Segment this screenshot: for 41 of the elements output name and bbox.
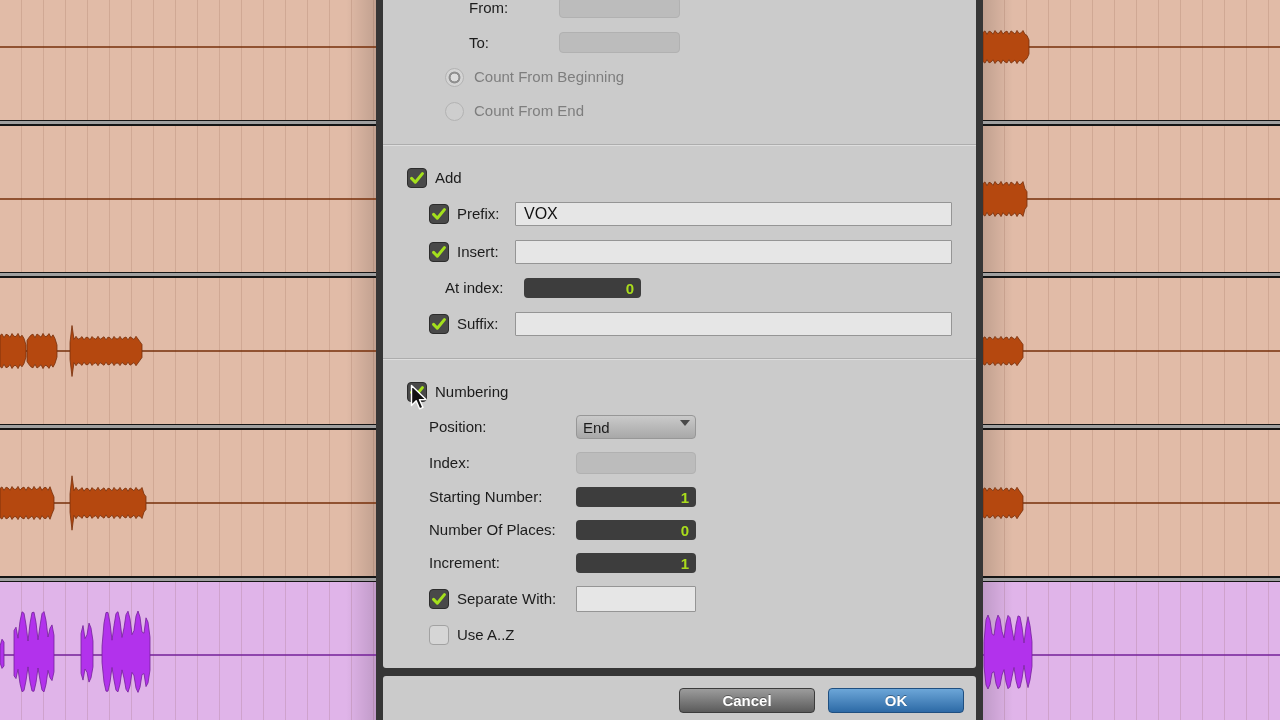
checkbox-label: Insert: (457, 243, 500, 261)
checkbox-label: Add (435, 169, 462, 187)
number-field[interactable]: 1 (576, 553, 696, 573)
checkbox[interactable] (429, 625, 449, 645)
radio-label: Count From Beginning (474, 68, 625, 86)
field-label: From: (469, 0, 510, 17)
cancel-button[interactable]: Cancel (679, 688, 815, 713)
dropdown[interactable]: End (576, 415, 696, 439)
cursor-icon (410, 384, 428, 411)
ok-button[interactable]: OK (828, 688, 964, 713)
checkmark-icon (432, 593, 446, 605)
field-label: At index: (445, 279, 505, 297)
checkbox-label: Separate With: (457, 590, 558, 608)
caret-icon (680, 420, 690, 426)
checkbox[interactable] (407, 168, 427, 188)
checkbox[interactable] (429, 204, 449, 224)
text-field[interactable]: VOX (515, 202, 952, 226)
checkbox[interactable] (429, 314, 449, 334)
field-label: Position: (429, 418, 488, 436)
field-label: Starting Number: (429, 488, 544, 506)
field-label: Number Of Places: (429, 521, 557, 539)
checkbox-label: Suffix: (457, 315, 500, 333)
checkbox-label: Use A..Z (457, 626, 515, 644)
number-field[interactable]: 0 (576, 520, 696, 540)
field-label: Index: (429, 454, 471, 472)
number-field[interactable]: 0 (524, 278, 641, 298)
checkmark-icon (432, 208, 446, 220)
checkbox-label: Prefix: (457, 205, 501, 223)
checkmark-icon (432, 246, 446, 258)
radio-label: Count From End (474, 102, 585, 120)
text-field[interactable] (515, 312, 952, 336)
checkbox[interactable] (429, 589, 449, 609)
field-label: To: (469, 33, 490, 52)
field-label: Increment: (429, 554, 501, 572)
checkbox-label: Numbering (435, 383, 509, 401)
text-field[interactable] (576, 586, 696, 612)
checkbox[interactable] (429, 242, 449, 262)
checkmark-icon (410, 172, 424, 184)
text-field[interactable] (515, 240, 952, 264)
number-field[interactable]: 1 (576, 487, 696, 507)
checkmark-icon (432, 318, 446, 330)
